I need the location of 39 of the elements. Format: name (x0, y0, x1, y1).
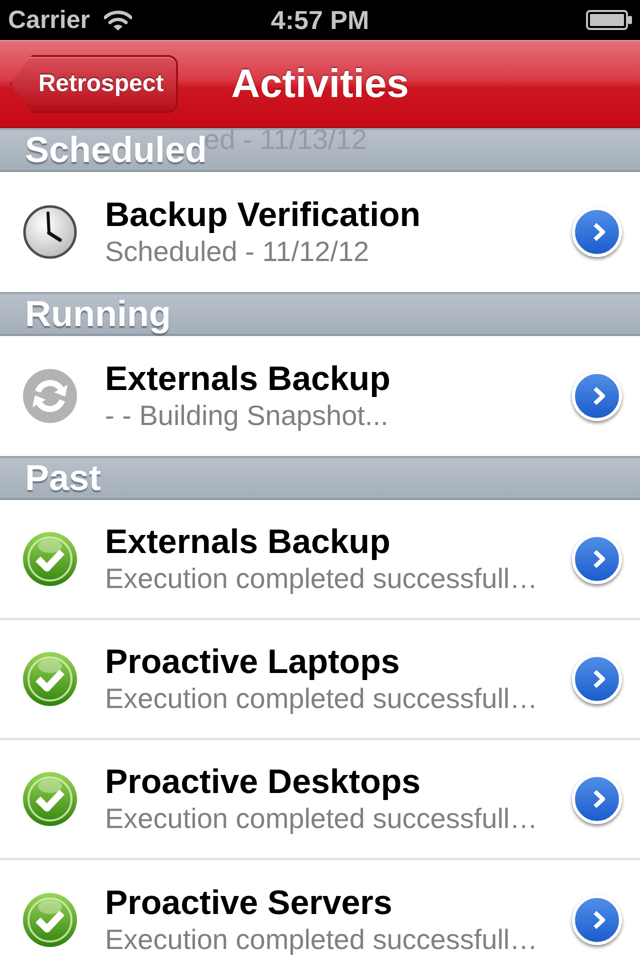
detail-disclosure-button[interactable] (572, 654, 622, 704)
detail-disclosure-button[interactable] (572, 895, 622, 945)
row-subtitle: Scheduled - 11/12/12 (105, 235, 370, 269)
wifi-signal-icon (104, 10, 132, 30)
row-subtitle: Execution completed successfull… (105, 682, 538, 716)
detail-disclosure-button[interactable] (572, 534, 622, 584)
row-title: Proactive Desktops (105, 762, 421, 802)
chevron-icon (592, 222, 606, 242)
battery-icon (586, 10, 632, 30)
detail-disclosure-button[interactable] (572, 371, 622, 421)
row-title: Proactive Servers (105, 883, 392, 923)
row-title: Proactive Laptops (105, 642, 400, 682)
clock-icon (22, 204, 78, 260)
back-button[interactable]: Retrospect (10, 55, 178, 113)
chevron-icon (592, 789, 606, 809)
chevron-icon (592, 549, 606, 569)
section-title: Scheduled (25, 130, 208, 170)
screen-title: Activities (231, 62, 409, 106)
row-title: Externals Backup (105, 522, 390, 562)
section-title: Running (25, 294, 171, 334)
check-icon (22, 892, 78, 948)
row-subtitle: Execution completed successfull… (105, 562, 538, 596)
row-subtitle: Execution completed successfull… (105, 923, 538, 957)
chevron-icon (592, 669, 606, 689)
row-title: Externals Backup (105, 359, 390, 399)
check-icon (22, 531, 78, 587)
section-title: Past (25, 458, 102, 498)
row-subtitle: - - Building Snapshot... (105, 399, 388, 433)
check-icon (22, 771, 78, 827)
sync-arrows-icon (22, 368, 78, 424)
detail-disclosure-button[interactable] (572, 774, 622, 824)
check-icon (22, 651, 78, 707)
clock-time: 4:57 PM (270, 5, 370, 35)
detail-disclosure-button[interactable] (572, 207, 622, 257)
row-subtitle: Execution completed successfull… (105, 802, 538, 836)
row-title: Backup Verification (105, 195, 421, 235)
carrier-name: Carrier (8, 5, 90, 35)
chevron-icon (592, 910, 606, 930)
chevron-icon (592, 386, 606, 406)
